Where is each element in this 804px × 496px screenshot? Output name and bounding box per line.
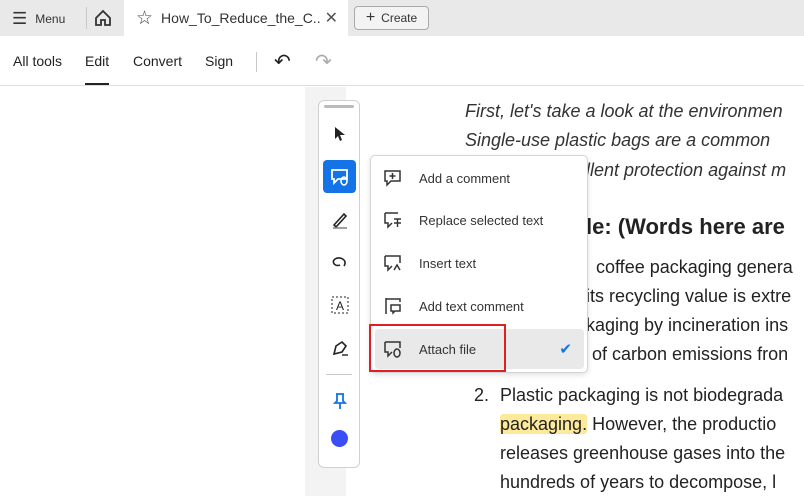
comment-tool[interactable] — [323, 160, 356, 193]
list-number: 2. — [474, 385, 490, 405]
drag-handle[interactable] — [324, 105, 354, 108]
comment-plus-icon — [384, 170, 401, 187]
doc-line: Single-use plastic bags are a common — [465, 130, 771, 150]
menu-item-label: Add text comment — [419, 298, 524, 314]
tab-bar: ☰ Menu ☆ How_To_Reduce_the_C.. ✕ + Creat… — [0, 0, 804, 36]
nav-sign[interactable]: Sign — [205, 53, 233, 69]
highlighted-text[interactable]: packaging. — [500, 414, 588, 434]
select-tool[interactable] — [323, 117, 356, 150]
menu-button[interactable]: ☰ Menu — [12, 9, 65, 29]
menu-item-add-text-comment[interactable]: Add text comment — [375, 286, 584, 326]
svg-text:A: A — [336, 299, 344, 313]
cursor-arrow-icon — [334, 126, 345, 141]
doc-heading: le: (Words here are — [586, 214, 785, 239]
doc-line: First, let's take a look at the environm… — [465, 101, 783, 121]
text-box-icon: A — [331, 296, 348, 313]
doc-line: releases greenhouse gases into the — [500, 443, 786, 463]
pin-tool[interactable] — [323, 384, 356, 417]
divider — [86, 7, 87, 29]
pen-nib-icon — [332, 340, 348, 356]
pen-icon — [332, 212, 347, 229]
menu-item-replace-text[interactable]: Replace selected text — [375, 200, 584, 240]
home-button[interactable] — [93, 8, 113, 33]
doc-line: coffee packaging genera — [596, 257, 793, 277]
menu-item-insert-text[interactable]: Insert text — [375, 243, 584, 283]
menu-item-add-comment[interactable]: Add a comment — [375, 158, 584, 198]
menu-label: Menu — [35, 12, 66, 26]
text-comment-icon — [385, 298, 401, 315]
comment-toolbar: A — [318, 100, 360, 468]
doc-line: kaging by incineration ins — [586, 315, 789, 335]
doc-line: Plastic packaging is not biodegrada — [500, 385, 784, 405]
checkmark-icon: ✔ — [559, 341, 572, 358]
top-toolbar: All tools Edit Convert Sign ↶ ↷ — [0, 36, 804, 86]
freehand-icon — [332, 256, 346, 266]
doc-line: llent protection against m — [586, 160, 787, 180]
doc-line: However, the productio — [592, 414, 777, 434]
redo-icon[interactable]: ↷ — [315, 49, 332, 74]
menu-item-label: Replace selected text — [419, 212, 544, 228]
home-icon — [95, 9, 111, 26]
color-picker[interactable] — [323, 422, 356, 455]
menu-item-label: Add a comment — [419, 170, 511, 186]
star-icon[interactable]: ☆ — [136, 7, 153, 30]
doc-line: hundreds of years to decompose, l — [500, 472, 777, 492]
text-box-tool[interactable]: A — [323, 288, 356, 321]
divider — [256, 52, 257, 72]
color-swatch — [331, 430, 348, 447]
sign-tool[interactable] — [323, 331, 356, 364]
insert-text-icon — [384, 255, 401, 272]
replace-text-icon — [384, 212, 401, 229]
doc-line: of carbon emissions fron — [592, 344, 789, 364]
highlight-annotation-box — [369, 324, 506, 372]
hamburger-icon: ☰ — [12, 9, 28, 28]
close-tab-icon[interactable]: ✕ — [325, 8, 338, 28]
highlight-tool[interactable] — [323, 203, 356, 236]
tab-title: How_To_Reduce_the_C.. — [161, 10, 321, 26]
undo-icon[interactable]: ↶ — [274, 49, 291, 74]
plus-icon: + — [365, 9, 376, 26]
create-button[interactable]: + Create — [354, 6, 429, 30]
pin-icon — [332, 392, 347, 409]
doc-line: its recycling value is extre — [586, 286, 792, 306]
draw-tool[interactable] — [323, 245, 356, 278]
nav-edit[interactable]: Edit — [85, 53, 110, 85]
create-label: Create — [381, 11, 418, 25]
divider — [326, 374, 352, 375]
comment-attach-icon — [330, 168, 348, 186]
menu-item-label: Insert text — [419, 255, 477, 271]
nav-convert[interactable]: Convert — [133, 53, 182, 69]
document-tab[interactable]: ☆ How_To_Reduce_the_C.. ✕ — [124, 0, 348, 36]
nav-all-tools[interactable]: All tools — [13, 53, 62, 69]
